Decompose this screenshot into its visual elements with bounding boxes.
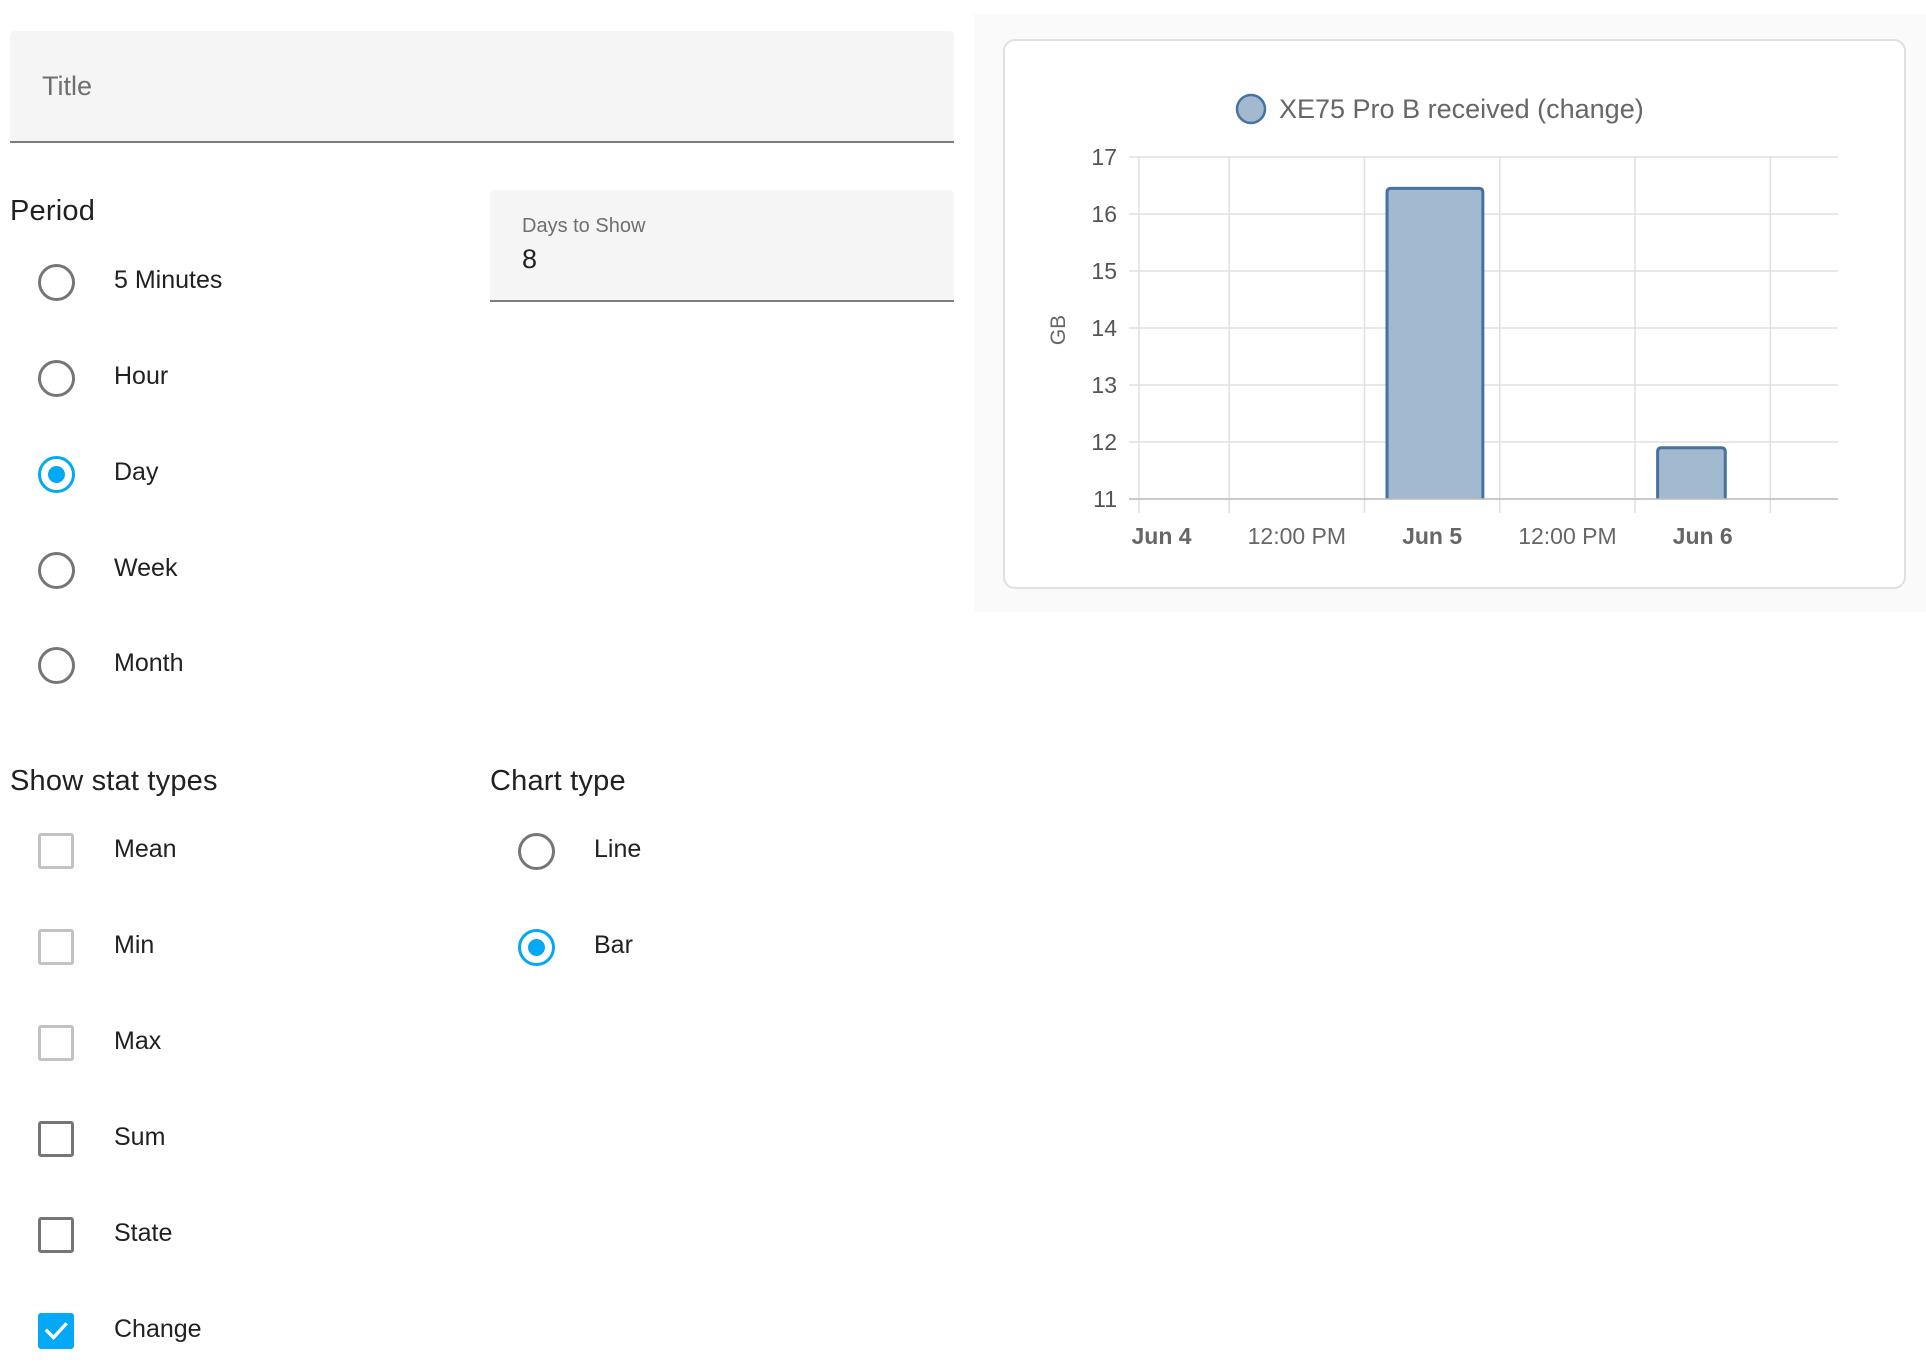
stat-type-label: Min (114, 931, 155, 959)
chart-type-option-label: Bar (594, 931, 633, 959)
chart-type-option-line[interactable]: Line (490, 827, 790, 875)
period-option-month[interactable]: Month (10, 641, 310, 689)
period-radio[interactable] (38, 647, 75, 684)
stat-type-checkbox[interactable] (38, 1313, 74, 1349)
x-tick-label: 12:00 PM (1518, 523, 1616, 549)
y-tick-label: 14 (1091, 315, 1117, 341)
stat-type-change[interactable]: Change (10, 1307, 310, 1355)
x-tick-label: Jun 5 (1402, 523, 1462, 549)
stat-type-checkbox[interactable] (38, 929, 74, 965)
days-to-show-value[interactable]: 8 (522, 244, 537, 275)
stat-type-checkbox[interactable] (38, 1025, 74, 1061)
y-tick-label: 15 (1091, 258, 1117, 284)
period-label: Period (10, 195, 96, 227)
period-option-label: Week (114, 554, 178, 582)
legend-label[interactable]: XE75 Pro B received (change) (1279, 94, 1644, 124)
period-option-label: 5 Minutes (114, 266, 223, 294)
chart-type-radio[interactable] (518, 833, 555, 870)
stat-type-label: State (114, 1219, 173, 1247)
stat-type-sum[interactable]: Sum (10, 1115, 310, 1163)
stat-type-state[interactable]: State (10, 1211, 310, 1259)
chart-bar[interactable] (1385, 186, 1485, 499)
stat-type-checkbox[interactable] (38, 833, 74, 869)
days-to-show-label: Days to Show (522, 215, 646, 237)
y-tick-label: 12 (1091, 429, 1117, 455)
y-axis-label: GB (1047, 315, 1070, 345)
period-option-day[interactable]: Day (10, 450, 310, 498)
stat-type-checkbox[interactable] (38, 1121, 74, 1157)
period-option-label: Hour (114, 362, 169, 390)
stat-type-mean[interactable]: Mean (10, 827, 310, 875)
stat-types-label: Show stat types (10, 765, 218, 797)
x-tick-label: Jun 4 (1132, 523, 1192, 549)
period-radio[interactable] (38, 456, 75, 493)
chart-legend[interactable]: XE75 Pro B received (change) (1235, 93, 1644, 125)
stat-type-label: Sum (114, 1123, 166, 1151)
y-tick-label: 16 (1091, 201, 1117, 227)
stat-type-label: Max (114, 1027, 162, 1055)
y-tick-label: 17 (1091, 144, 1117, 170)
period-option-week[interactable]: Week (10, 546, 310, 594)
chart-bars (1385, 186, 1727, 499)
legend-swatch-icon[interactable] (1235, 93, 1267, 125)
y-tick-label: 11 (1093, 486, 1117, 512)
period-option-label: Month (114, 649, 184, 677)
period-radio[interactable] (38, 360, 75, 397)
stat-type-checkbox[interactable] (38, 1217, 74, 1253)
stat-type-label: Mean (114, 835, 177, 863)
stat-type-label: Change (114, 1315, 202, 1343)
statistics-chart: 11 12 13 14 15 16 17 Jun 4 12:00 PM Jun 5 12:00 PM… (1047, 93, 1838, 549)
chart-bar[interactable] (1656, 446, 1727, 499)
title-placeholder: Title (42, 71, 93, 101)
checkmark-icon (44, 1322, 68, 1340)
chart-type-option-label: Line (594, 835, 642, 863)
y-tick-label: 13 (1091, 372, 1117, 398)
chart-type-label: Chart type (490, 765, 626, 797)
period-option-hour[interactable]: Hour (10, 354, 310, 402)
x-tick-label: Jun 6 (1673, 523, 1733, 549)
stat-type-max[interactable]: Max (10, 1019, 310, 1067)
x-tick-label: 12:00 PM (1248, 523, 1346, 549)
days-to-show-input[interactable]: Days to Show 8 (490, 190, 954, 302)
stat-type-min[interactable]: Min (10, 923, 310, 971)
period-option-label: Day (114, 458, 159, 486)
period-radio[interactable] (38, 552, 75, 589)
chart-type-radio[interactable] (518, 929, 555, 966)
chart-type-option-bar[interactable]: Bar (490, 923, 790, 971)
period-radio[interactable] (38, 264, 75, 301)
period-option-5-minutes[interactable]: 5 Minutes (10, 258, 310, 306)
title-input[interactable]: Title (10, 31, 954, 143)
